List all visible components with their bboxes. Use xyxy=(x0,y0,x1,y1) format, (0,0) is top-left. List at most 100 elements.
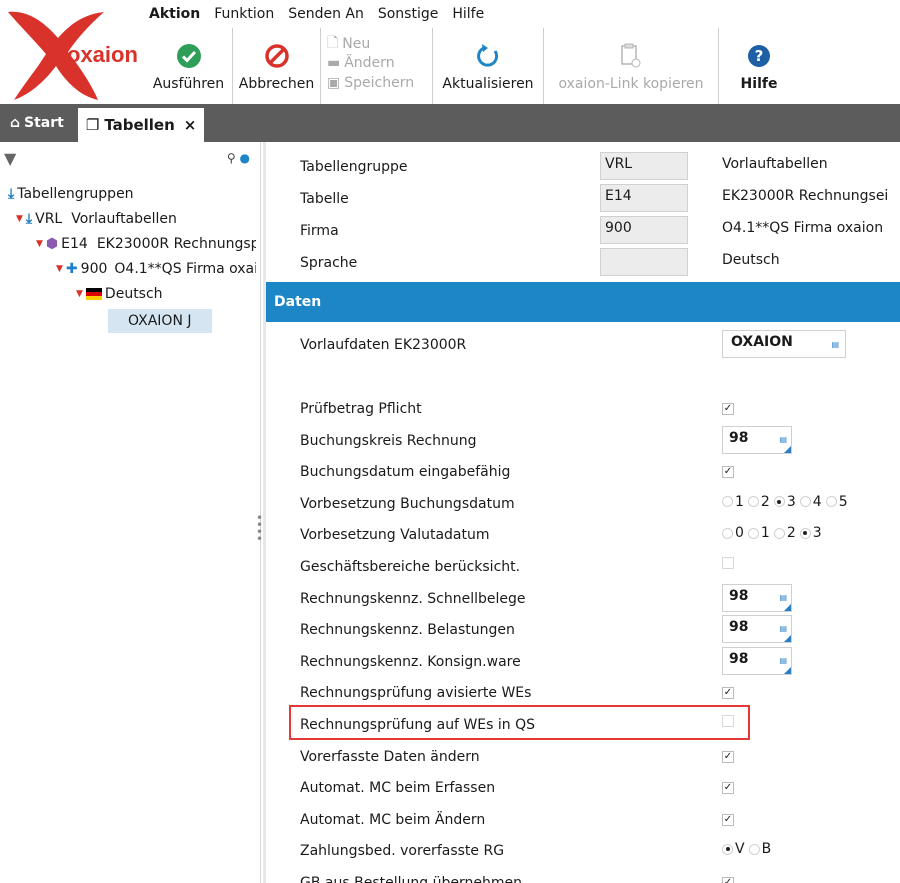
expand-arrow-icon[interactable]: ▼ xyxy=(36,239,43,249)
form-row-label: Buchungskreis Rechnung xyxy=(300,432,477,449)
execute-label: Ausführen xyxy=(152,76,225,92)
menu-senden-an[interactable]: Senden An xyxy=(288,6,364,22)
header-row-tabelle: Tabelle E14 EK23000R Rechnungsei xyxy=(266,182,900,214)
number-field[interactable]: 98 ▤ xyxy=(722,646,792,675)
list-icon: ▤ xyxy=(779,592,787,602)
checkbox-checked[interactable]: ✓ xyxy=(722,782,734,795)
radio-empty-icon xyxy=(747,496,759,508)
daten-tab-bar: Daten xyxy=(266,282,900,322)
change-button[interactable]: ▬ Ändern xyxy=(327,54,426,73)
radio-option[interactable]: 1 xyxy=(722,494,744,510)
tree-root[interactable]: ⤓ Tabellengruppen xyxy=(8,186,134,202)
expand-arrow-icon[interactable]: ▼ xyxy=(56,264,63,274)
form-row-label: Rechnungskennz. Konsign.ware xyxy=(300,653,521,670)
radio-option[interactable]: 4 xyxy=(799,493,822,510)
expand-arrow-icon[interactable]: ▼ xyxy=(16,214,23,224)
header-label: Tabelle xyxy=(300,191,349,207)
radio-option[interactable]: 2 xyxy=(747,494,770,510)
copy-link-button[interactable]: oxaion-Link kopieren xyxy=(544,28,719,104)
table-group-icon: ⬢ xyxy=(45,236,59,252)
splitter-handle[interactable]: • • • • xyxy=(256,512,263,545)
radio-option[interactable]: V xyxy=(722,841,745,857)
header-row-sprache: Sprache Deutsch xyxy=(266,246,900,278)
vorlauf-value-field[interactable]: OXAION ▤ xyxy=(722,330,846,358)
vorlauf-row: Vorlaufdaten EK23000R OXAION ▤ xyxy=(266,328,900,359)
tree-item-label: Vorlauftabellen xyxy=(71,211,177,227)
list-icon: ▤ xyxy=(779,655,787,665)
checkbox-wrapper: ✓ xyxy=(722,778,734,795)
number-field-value: 98 xyxy=(729,619,749,636)
refresh-button[interactable]: Aktualisieren xyxy=(433,28,544,104)
header-desc: O4.1**QS Firma oxaion xyxy=(722,220,884,236)
save-button[interactable]: ▣ Speichern xyxy=(327,74,426,93)
tree-item-vrl[interactable]: ▼ ⤓ VRL Vorlauftabellen xyxy=(16,211,177,227)
form-row: Rechnungskennz. Belastungen 98 ▤ xyxy=(266,613,900,644)
tab-tabellen[interactable]: ❐ Tabellen × xyxy=(77,108,205,142)
vorlauf-value: OXAION xyxy=(731,334,793,350)
header-row-tabellengruppe: Tabellengruppe VRL Vorlauftabellen xyxy=(266,150,900,182)
checkbox-checked[interactable]: ✓ xyxy=(722,403,734,415)
radio-selected-icon xyxy=(799,527,811,539)
expand-arrow-icon[interactable]: ▼ xyxy=(76,289,83,299)
form-row-label: Buchungsdatum eingabefähig xyxy=(300,464,511,481)
checkbox-checked[interactable]: ✓ xyxy=(722,750,734,763)
radio-group: 12345 xyxy=(722,494,848,510)
radio-option[interactable]: 2 xyxy=(773,525,796,541)
tree-item-oxaion[interactable]: OXAION J xyxy=(108,309,212,333)
filter-icon[interactable]: ▼ xyxy=(4,149,16,168)
menu-funktion[interactable]: Funktion xyxy=(214,6,274,22)
menu-sonstige[interactable]: Sonstige xyxy=(378,6,439,22)
form-row-label: Vorbesetzung Valutadatum xyxy=(300,527,490,544)
tab-daten[interactable]: Daten xyxy=(266,282,330,322)
tree-item-deutsch[interactable]: ▼ Deutsch xyxy=(76,286,163,302)
oxaion-logo-mark: oxaion xyxy=(8,11,138,101)
help-button[interactable]: ? Hilfe xyxy=(719,28,799,104)
header-value-field: VRL xyxy=(600,152,688,180)
form-row-label: Zahlungsbed. vorerfasste RG xyxy=(300,843,505,860)
binoculars-icon[interactable]: ⚲ ● xyxy=(227,151,250,165)
radio-selected-icon xyxy=(773,496,785,508)
svg-text:?: ? xyxy=(755,47,764,65)
cancel-button[interactable]: Abbrechen xyxy=(233,28,321,104)
radio-empty-icon xyxy=(722,496,733,508)
radio-option[interactable]: 5 xyxy=(825,494,848,510)
checkbox-checked[interactable]: ✓ xyxy=(722,687,734,700)
menu-hilfe[interactable]: Hilfe xyxy=(452,6,484,22)
form-row: Buchungskreis Rechnung 98 ▤ xyxy=(266,424,900,455)
radio-empty-icon xyxy=(773,527,785,539)
header-label: Firma xyxy=(300,223,339,239)
tree-item-900[interactable]: ▼ ✚ 900 O4.1**QS Firma oxaion xyxy=(56,261,256,277)
checkbox-checked[interactable]: ✓ xyxy=(722,813,734,826)
menu-aktion[interactable]: Aktion xyxy=(149,6,200,22)
checkbox-checked[interactable]: ✓ xyxy=(722,877,734,883)
form-row-label: GB aus Bestellung übernehmen xyxy=(300,875,522,883)
radio-option[interactable]: B xyxy=(748,841,771,857)
new-button[interactable]: 🗋 Neu xyxy=(327,34,426,53)
tree-item-e14[interactable]: ▼ ⬢ E14 EK23000R Rechnungsprüfung xyxy=(36,236,256,252)
form-row: Prüfbetrag Pflicht ✓ xyxy=(266,392,900,423)
checkbox-checked[interactable]: ✓ xyxy=(722,466,734,479)
execute-button[interactable]: Ausführen xyxy=(145,28,233,104)
number-field[interactable]: 98 ▤ xyxy=(722,615,792,644)
checkbox-wrapper: ✓ xyxy=(722,873,734,883)
tab-start[interactable]: ⌂ Start xyxy=(0,104,74,142)
radio-option-label: 4 xyxy=(812,493,822,510)
form-row-label: Rechnungsprüfung avisierte WEs xyxy=(300,685,532,702)
radio-option[interactable]: 3 xyxy=(799,525,822,541)
form-row: Vorbesetzung Valutadatum 0 1 2 3 xyxy=(266,518,900,549)
radio-empty-icon xyxy=(825,496,837,508)
radio-option[interactable]: 1 xyxy=(747,525,770,541)
radio-option[interactable]: 3 xyxy=(773,494,796,510)
copy-link-label: oxaion-Link kopieren xyxy=(558,76,704,92)
tree-panel: ▼ ⚲ ● ⤓ Tabellengruppen ▼ ⤓ VRL Vorlauft… xyxy=(0,142,261,883)
number-field-value: 98 xyxy=(729,587,749,604)
number-field[interactable]: 98 ▤ xyxy=(722,583,792,612)
oxaion-logo: oxaion xyxy=(0,0,145,104)
checkbox-unchecked[interactable] xyxy=(722,557,734,569)
svg-text:oxaion: oxaion xyxy=(67,42,138,67)
radio-option-label: 1 xyxy=(735,493,744,510)
radio-option[interactable]: 0 xyxy=(722,525,744,541)
number-field[interactable]: 98 ▤ xyxy=(722,425,792,454)
close-icon[interactable]: × xyxy=(184,116,197,134)
tree-item-label: Deutsch xyxy=(104,286,163,302)
